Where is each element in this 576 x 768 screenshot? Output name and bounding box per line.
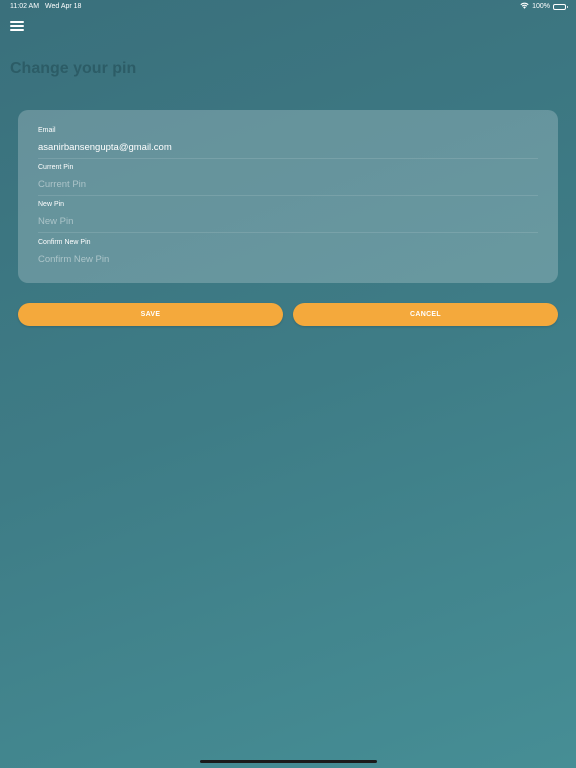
- wifi-icon: [520, 2, 529, 11]
- current-pin-input[interactable]: [38, 177, 538, 191]
- email-label: Email: [38, 127, 56, 134]
- new-pin-label: New Pin: [38, 201, 65, 208]
- new-pin-input[interactable]: [38, 214, 538, 228]
- page-title: Change your pin: [10, 60, 137, 77]
- divider: [38, 232, 538, 233]
- confirm-pin-input[interactable]: [38, 252, 538, 266]
- current-pin-field-group: Current Pin: [38, 164, 538, 196]
- email-field[interactable]: [38, 140, 538, 154]
- status-right: 100%: [520, 2, 568, 11]
- status-time: 11:02 AM: [10, 3, 40, 10]
- new-pin-field-group: New Pin: [38, 201, 538, 233]
- confirm-pin-label: Confirm New Pin: [38, 239, 91, 246]
- save-button[interactable]: SAVE: [18, 303, 283, 326]
- divider: [38, 195, 538, 196]
- change-pin-form: Email Current Pin New Pin Confirm New Pi…: [18, 110, 558, 283]
- status-bar: 11:02 AM Wed Apr 18 100%: [0, 0, 576, 14]
- cancel-button[interactable]: CANCEL: [293, 303, 558, 326]
- battery-percent: 100%: [532, 3, 550, 10]
- battery-icon: [553, 3, 568, 10]
- email-field-group: Email: [38, 127, 538, 159]
- confirm-pin-field-group: Confirm New Pin: [38, 239, 538, 271]
- current-pin-label: Current Pin: [38, 164, 74, 171]
- divider: [38, 158, 538, 159]
- status-date: Wed Apr 18: [45, 3, 82, 10]
- hamburger-menu-icon[interactable]: [10, 20, 24, 32]
- home-indicator: [200, 760, 377, 763]
